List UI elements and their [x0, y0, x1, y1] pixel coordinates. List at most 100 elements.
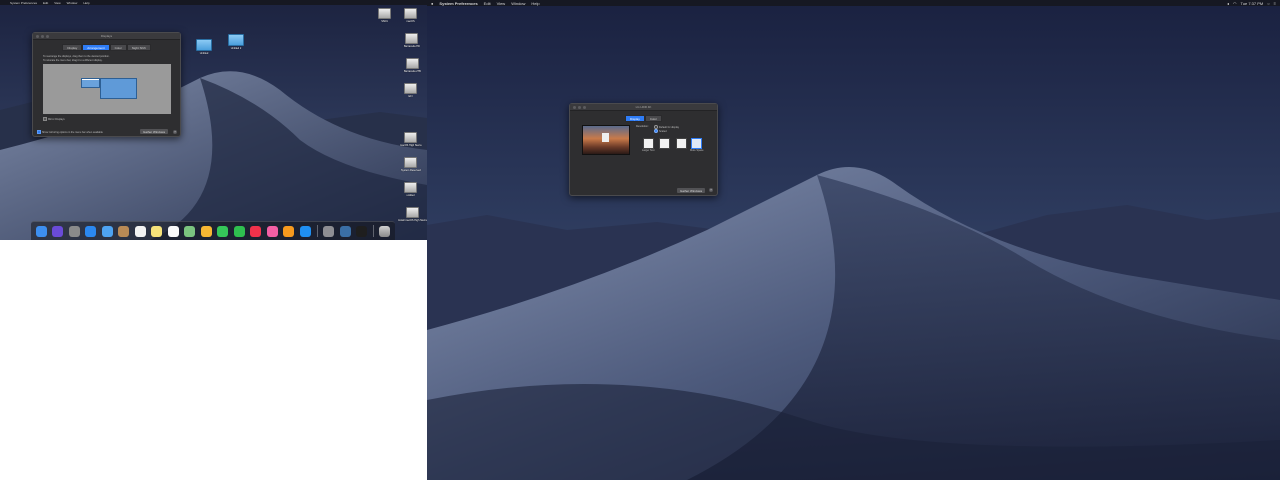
tab-display[interactable]: Display — [62, 44, 83, 51]
desktop-drive-barracuda-hd[interactable]: Barracuda HD — [404, 33, 420, 48]
desktop-drive-untitled[interactable]: untitled — [404, 182, 417, 197]
folder-icon — [228, 34, 244, 46]
scale-option-2[interactable] — [659, 138, 670, 149]
scale-option-1[interactable]: Larger Text — [642, 138, 654, 152]
dock-icon-calendar[interactable] — [134, 225, 146, 237]
mirror-displays-label: Mirror Displays — [48, 117, 65, 121]
more-space-label: More Space — [690, 149, 704, 152]
scale-thumbnail-icon — [676, 138, 687, 149]
arrangement-instruction-2: To relocate the menu bar, drag it to a d… — [43, 59, 103, 62]
desktop-drive-macos-high-sierra[interactable]: macOS High Sierra — [400, 132, 422, 147]
desktop-folder-untitled-2[interactable]: Untitled 2 — [228, 34, 244, 50]
drive-icon — [378, 8, 391, 19]
window-titlebar: Displays — [33, 33, 180, 40]
wifi-icon[interactable]: ◠ — [1233, 1, 1237, 6]
dock-icon-terminal[interactable] — [356, 225, 368, 237]
menu-app[interactable]: System Preferences — [10, 1, 37, 5]
menu-bar: ● System Preferences Edit View Window He… — [427, 0, 1280, 6]
main-display-thumbnail[interactable] — [100, 78, 137, 99]
help-button[interactable]: ? — [173, 130, 177, 134]
dock-icon-itunes[interactable] — [266, 225, 278, 237]
desktop-folder-untitled[interactable]: Untitled — [196, 39, 212, 55]
folder-label: Untitled 2 — [230, 47, 242, 50]
menu-app[interactable]: System Preferences — [439, 1, 477, 6]
menu-view[interactable]: View — [54, 1, 60, 5]
tab-arrangement[interactable]: Arrangement — [82, 44, 110, 51]
drive-icon — [404, 157, 418, 168]
tab-display[interactable]: Display — [624, 115, 645, 122]
desktop-drive-system-reserved[interactable]: System Reserved — [401, 157, 421, 172]
menu-edit[interactable]: Edit — [484, 1, 491, 6]
gather-windows-button[interactable]: Gather Windows — [677, 188, 706, 193]
apple-icon[interactable]: ● — [431, 1, 433, 6]
gather-windows-button[interactable]: Gather Windows — [140, 129, 169, 134]
dock-icon-maps[interactable] — [184, 225, 196, 237]
drive-label: Barracuda HD — [404, 45, 420, 48]
desktop-drive-barracuda-2tb[interactable]: Barracuda 2TB — [404, 58, 421, 73]
menu-edit[interactable]: Edit — [43, 1, 48, 5]
dock-icon-messages[interactable] — [217, 225, 229, 237]
larger-text-label: Larger Text — [642, 149, 655, 152]
dock-icon-photos[interactable] — [200, 225, 212, 237]
desktop-drive-macos[interactable]: macOS — [404, 8, 417, 23]
menu-window[interactable]: Window — [67, 1, 78, 5]
desktop-wallpaper — [427, 0, 1280, 480]
scale-option-3[interactable] — [676, 138, 687, 149]
mirror-displays-checkbox[interactable]: Mirror Displays — [43, 117, 65, 121]
menu-bar-indicator[interactable] — [82, 79, 99, 80]
arrangement-instruction-1: To rearrange the displays, drag them to … — [43, 55, 110, 58]
display-settings-window: LG HDR 4K Display Color Resolution: Defa… — [569, 103, 718, 196]
dock-icon-mail[interactable] — [101, 225, 113, 237]
dock-separator — [316, 225, 318, 237]
scale-option-4[interactable]: More Space — [690, 138, 703, 152]
display-preview — [582, 125, 630, 155]
menu-view[interactable]: View — [497, 1, 506, 6]
desktop-drive-efi[interactable]: EFI — [404, 83, 417, 98]
drive-icon — [405, 33, 419, 44]
drive-label: SSD1 — [381, 20, 388, 23]
notification-icon[interactable]: ≡ — [1274, 1, 1276, 6]
tab-color[interactable]: Color — [109, 44, 127, 51]
tab-night-shift[interactable]: Night Shift — [126, 44, 151, 51]
dock-icon-finder[interactable] — [35, 225, 47, 237]
trash-icon[interactable] — [379, 225, 391, 237]
desktop-drive-ssd1[interactable]: SSD1 — [378, 8, 391, 23]
menu-window[interactable]: Window — [511, 1, 525, 6]
drive-icon — [404, 83, 417, 94]
volume-icon[interactable]: ◂ — [1227, 1, 1229, 6]
scale-thumbnail-icon — [642, 138, 654, 149]
checkbox-box[interactable] — [43, 117, 47, 121]
menu-clock[interactable]: Tue 7:37 PM — [1240, 1, 1263, 6]
help-button[interactable]: ? — [709, 188, 713, 192]
dock-icon-launchpad[interactable] — [68, 225, 80, 237]
radio-selected-icon[interactable] — [654, 129, 658, 133]
dock-icon-app-store[interactable] — [300, 225, 311, 237]
dock-icon-siri[interactable] — [52, 225, 64, 237]
dock-icon-reminders[interactable] — [167, 225, 179, 237]
scale-thumbnail-icon — [691, 138, 703, 149]
show-mirroring-checkbox[interactable]: Show mirroring options in the menu bar w… — [37, 130, 103, 134]
dock-icon-ibooks[interactable] — [283, 225, 295, 237]
menu-help[interactable]: Help — [83, 1, 89, 5]
dock-icon-activity-monitor[interactable] — [339, 225, 351, 237]
resolution-scaled-radio[interactable]: Scaled — [654, 129, 667, 133]
tab-bar: Display Arrangement Color Night Shift — [33, 44, 180, 51]
secondary-display-thumbnail[interactable] — [81, 78, 100, 88]
resolution-label: Resolution: — [636, 125, 649, 128]
tab-color[interactable]: Color — [644, 115, 662, 122]
dock-icon-system-preferences[interactable] — [323, 225, 335, 237]
dock-icon-facetime[interactable] — [233, 225, 245, 237]
drive-label: EFI — [408, 95, 413, 98]
dock-icon-notes[interactable] — [151, 225, 163, 237]
window-titlebar: LG HDR 4K — [570, 104, 717, 111]
search-icon[interactable]: ○ — [1267, 1, 1269, 6]
dock-icon-contacts[interactable] — [118, 225, 130, 237]
dock-icon-safari[interactable] — [85, 225, 97, 237]
desktop-drive-install-macos[interactable]: Install macOS High Sierra — [398, 207, 427, 222]
menu-help[interactable]: Help — [531, 1, 539, 6]
left-display: System Preferences Edit View Window Help… — [0, 0, 427, 240]
folder-icon — [196, 39, 212, 51]
dock-icon-news[interactable] — [250, 225, 262, 237]
checkbox-box-checked[interactable] — [37, 130, 41, 134]
dock — [31, 221, 395, 240]
